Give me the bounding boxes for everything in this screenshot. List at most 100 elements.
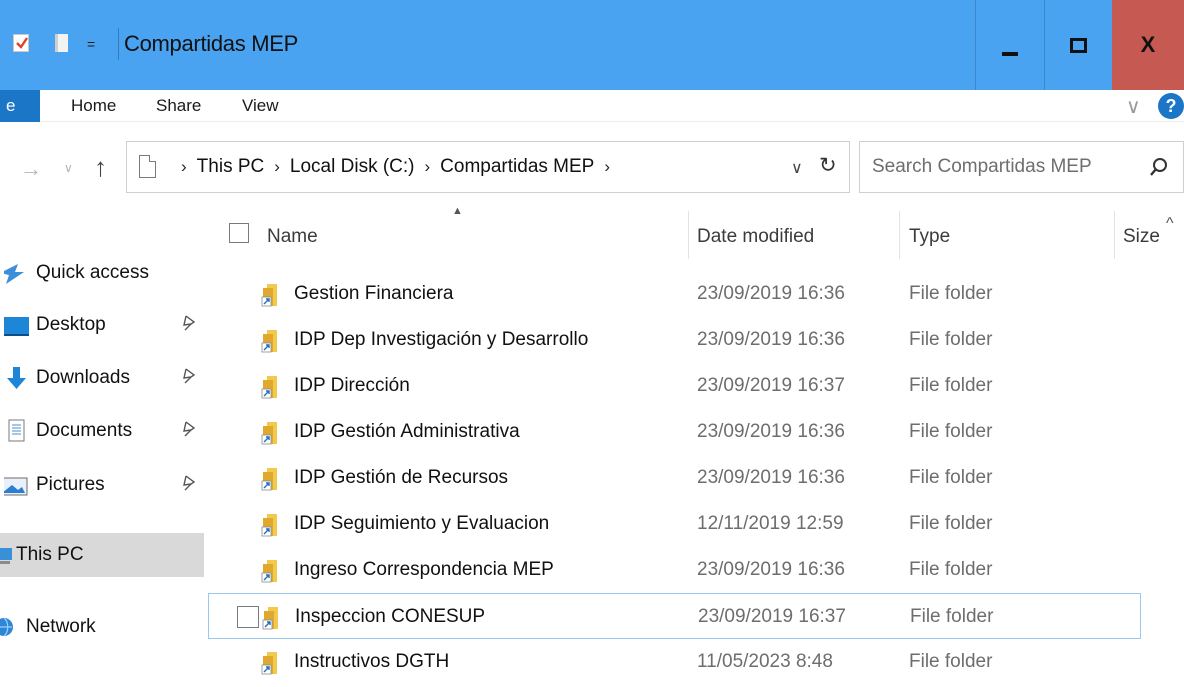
table-row[interactable]: IDP Dep Investigación y Desarrollo 23/09… bbox=[208, 317, 1141, 363]
table-row[interactable]: Ingreso Correspondencia MEP 23/09/2019 1… bbox=[208, 547, 1141, 593]
file-date: 11/05/2023 8:48 bbox=[697, 651, 833, 672]
search-box[interactable] bbox=[859, 141, 1184, 193]
tab-share[interactable]: Share bbox=[156, 96, 201, 116]
tab-home[interactable]: Home bbox=[71, 96, 116, 116]
desktop-icon bbox=[0, 312, 30, 338]
table-row[interactable]: IDP Seguimiento y Evaluacion 12/11/2019 … bbox=[208, 501, 1141, 547]
file-date: 23/09/2019 16:36 bbox=[697, 329, 845, 350]
scroll-up-icon[interactable]: ^ bbox=[1166, 215, 1174, 233]
title-bar: = Compartidas MEP X bbox=[0, 0, 1184, 90]
new-folder-icon[interactable] bbox=[55, 34, 68, 52]
column-header-name[interactable]: Name bbox=[267, 226, 318, 248]
file-name: IDP Dep Investigación y Desarrollo bbox=[294, 329, 589, 350]
column-divider[interactable] bbox=[688, 211, 689, 259]
pin-icon[interactable] bbox=[182, 314, 196, 336]
column-header-date-modified[interactable]: Date modified bbox=[697, 226, 814, 248]
file-name: IDP Gestión Administrativa bbox=[294, 421, 520, 442]
table-row[interactable]: IDP Gestión de Recursos 23/09/2019 16:36… bbox=[208, 455, 1141, 501]
back-arrow-icon[interactable]: → bbox=[20, 156, 42, 182]
search-icon[interactable] bbox=[1148, 156, 1170, 178]
breadcrumb-separator[interactable]: › bbox=[425, 157, 431, 177]
table-row[interactable]: Instructivos DGTH 11/05/2023 8:48 File f… bbox=[208, 639, 1141, 685]
tab-file[interactable]: e bbox=[0, 90, 40, 122]
sidebar-item-this-pc[interactable]: This PC bbox=[0, 533, 204, 577]
breadcrumb-this-pc[interactable]: This PC bbox=[197, 156, 265, 178]
pin-icon[interactable] bbox=[182, 420, 196, 442]
table-row[interactable]: Inspeccion CONESUP 23/09/2019 16:37 File… bbox=[208, 593, 1141, 639]
page-icon bbox=[139, 155, 156, 178]
ribbon-tabs: e Home Share View ∨ ? bbox=[0, 90, 1184, 122]
folder-shortcut-icon bbox=[261, 652, 277, 675]
tab-view[interactable]: View bbox=[242, 96, 279, 116]
sidebar-item-quick-access[interactable]: Quick access bbox=[0, 251, 204, 295]
file-name: IDP Seguimiento y Evaluacion bbox=[294, 513, 550, 534]
column-divider[interactable] bbox=[899, 211, 900, 259]
table-row[interactable]: Gestion Financiera 23/09/2019 16:36 File… bbox=[208, 271, 1141, 317]
column-divider[interactable] bbox=[1114, 211, 1115, 259]
file-name: IDP Gestión de Recursos bbox=[294, 467, 509, 488]
sidebar-item-downloads[interactable]: Downloads bbox=[0, 356, 204, 400]
quick-access-toolbar-dropdown[interactable]: = bbox=[87, 36, 95, 52]
sidebar-item-documents[interactable]: Documents bbox=[0, 409, 204, 453]
address-dropdown-icon[interactable]: ∨ bbox=[791, 158, 803, 178]
address-bar[interactable]: › This PC › Local Disk (C:) › Compartida… bbox=[126, 141, 850, 193]
maximize-button[interactable] bbox=[1044, 0, 1112, 90]
file-date: 23/09/2019 16:36 bbox=[697, 559, 845, 580]
table-row[interactable]: IDP Dirección 23/09/2019 16:37 File fold… bbox=[208, 363, 1141, 409]
close-button[interactable]: X bbox=[1112, 0, 1184, 90]
folder-shortcut-icon bbox=[261, 284, 277, 307]
properties-checkbox-icon[interactable] bbox=[13, 34, 29, 52]
minimize-button[interactable] bbox=[976, 0, 1044, 90]
sidebar-item-desktop[interactable]: Desktop bbox=[0, 303, 204, 347]
file-date: 23/09/2019 16:36 bbox=[697, 283, 845, 304]
sidebar-item-label: Quick access bbox=[36, 262, 149, 283]
close-icon: X bbox=[1140, 32, 1156, 57]
maximize-icon bbox=[1070, 37, 1087, 53]
breadcrumb-separator[interactable]: › bbox=[274, 157, 280, 177]
file-type: File folder bbox=[909, 651, 993, 672]
vertical-scrollbar[interactable]: ^ bbox=[1164, 205, 1184, 687]
search-input[interactable] bbox=[872, 154, 1142, 180]
folder-shortcut-icon bbox=[261, 468, 277, 491]
breadcrumb-separator[interactable]: › bbox=[181, 157, 187, 177]
pin-icon[interactable] bbox=[182, 474, 196, 496]
navigation-pane: Quick access Desktop Downloads Documents bbox=[0, 205, 208, 687]
recent-locations-chevron-icon[interactable]: ∨ bbox=[64, 161, 73, 175]
expand-ribbon-chevron-icon[interactable]: ∨ bbox=[1126, 94, 1141, 119]
file-type: File folder bbox=[909, 375, 993, 396]
column-header-size[interactable]: Size bbox=[1123, 226, 1160, 248]
file-type: File folder bbox=[909, 559, 993, 580]
sidebar-item-label: Pictures bbox=[36, 474, 105, 495]
help-icon[interactable]: ? bbox=[1158, 93, 1184, 119]
download-icon bbox=[4, 365, 30, 391]
breadcrumb-local-disk[interactable]: Local Disk (C:) bbox=[290, 156, 415, 178]
folder-shortcut-icon bbox=[261, 514, 277, 537]
sidebar-item-label: Downloads bbox=[36, 367, 130, 388]
sidebar-item-network[interactable]: Network bbox=[0, 605, 204, 649]
file-date: 12/11/2019 12:59 bbox=[697, 513, 844, 534]
column-header-type[interactable]: Type bbox=[909, 226, 950, 248]
refresh-icon[interactable]: ↻ bbox=[819, 153, 837, 178]
table-row[interactable]: IDP Gestión Administrativa 23/09/2019 16… bbox=[208, 409, 1141, 455]
row-checkbox[interactable] bbox=[237, 606, 259, 628]
breadcrumb: › This PC › Local Disk (C:) › Compartida… bbox=[171, 156, 620, 178]
pin-icon[interactable] bbox=[182, 367, 196, 389]
breadcrumb-compartidas-mep[interactable]: Compartidas MEP bbox=[440, 156, 594, 178]
pictures-icon bbox=[0, 472, 30, 498]
select-all-checkbox[interactable] bbox=[229, 223, 249, 243]
sidebar-item-label: Network bbox=[26, 616, 96, 637]
file-date: 23/09/2019 16:37 bbox=[697, 375, 845, 396]
file-name: Instructivos DGTH bbox=[294, 651, 450, 672]
sidebar-item-label: This PC bbox=[16, 544, 84, 565]
file-name: Ingreso Correspondencia MEP bbox=[294, 559, 554, 580]
file-name: IDP Dirección bbox=[294, 375, 410, 396]
file-type: File folder bbox=[909, 283, 993, 304]
file-type: File folder bbox=[909, 421, 993, 442]
computer-icon bbox=[0, 542, 14, 568]
breadcrumb-separator[interactable]: › bbox=[604, 157, 610, 177]
sidebar-item-pictures[interactable]: Pictures bbox=[0, 463, 204, 507]
up-arrow-icon[interactable]: ↑ bbox=[94, 152, 107, 183]
file-type: File folder bbox=[910, 606, 994, 627]
folder-shortcut-icon bbox=[261, 376, 277, 399]
file-list: ▲ Name Date modified Type Size Gestion F… bbox=[208, 205, 1164, 687]
